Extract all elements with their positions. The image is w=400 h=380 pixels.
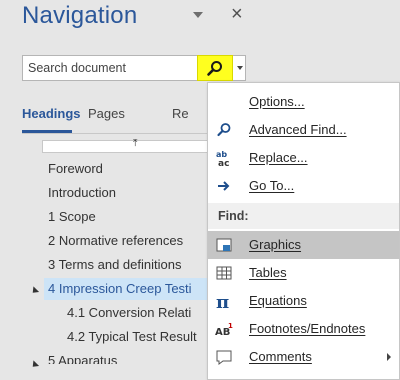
- menu-item-replace[interactable]: ab ac Replace...: [208, 144, 399, 172]
- tab-pages[interactable]: Pages: [88, 106, 125, 121]
- menu-item-options[interactable]: Options...: [208, 88, 399, 116]
- pane-title: Navigation: [22, 2, 138, 29]
- tab-headings[interactable]: Headings: [22, 106, 81, 121]
- footnote-icon: AB 1: [215, 322, 233, 338]
- pane-options-caret-icon[interactable]: [193, 12, 203, 18]
- svg-text:ab: ab: [216, 150, 227, 159]
- close-icon[interactable]: ×: [231, 2, 243, 26]
- search-icon: [207, 61, 222, 76]
- heading-item[interactable]: 2 Normative references: [48, 230, 183, 252]
- menu-item-go-to[interactable]: Go To...: [208, 172, 399, 200]
- search-icon: [217, 123, 231, 137]
- table-icon: [216, 266, 232, 280]
- heading-item[interactable]: 3 Terms and definitions: [48, 254, 181, 276]
- heading-item[interactable]: 1 Scope: [48, 206, 96, 228]
- svg-text:ac: ac: [218, 159, 229, 167]
- heading-item[interactable]: 5 Apparatus: [48, 350, 117, 364]
- replace-icon: ab ac: [216, 150, 229, 167]
- menu-item-footnotes-endnotes[interactable]: AB 1 Footnotes/Endnotes: [208, 315, 399, 343]
- tab-results[interactable]: Re: [172, 106, 189, 121]
- arrow-right-icon: [218, 181, 230, 191]
- heading-item[interactable]: Introduction: [48, 182, 116, 204]
- collapse-triangle-icon[interactable]: [29, 286, 40, 296]
- menu-item-equations[interactable]: π Equations: [208, 287, 399, 315]
- menu-item-graphics[interactable]: Graphics: [208, 231, 399, 259]
- heading-item[interactable]: Foreword: [48, 158, 103, 180]
- collapse-all-icon: ⤒: [133, 138, 138, 149]
- menu-item-comments[interactable]: Comments: [208, 343, 399, 371]
- menu-item-advanced-find[interactable]: Advanced Find...: [208, 116, 399, 144]
- comment-icon: [216, 350, 232, 365]
- collapse-triangle-icon[interactable]: [29, 360, 40, 370]
- svg-text:1: 1: [228, 322, 233, 330]
- search-input[interactable]: [23, 56, 193, 80]
- heading-item[interactable]: 4.2 Typical Test Result: [67, 326, 209, 348]
- pi-icon: π: [216, 292, 229, 310]
- search-box: [22, 55, 246, 81]
- find-section-header: Find:: [208, 203, 399, 229]
- submenu-arrow-icon: [387, 353, 391, 361]
- heading-item[interactable]: 4.1 Conversion Relati: [67, 302, 209, 324]
- heading-item-selected[interactable]: 4 Impression Creep Testi: [44, 278, 213, 300]
- svg-text:π: π: [216, 292, 229, 310]
- menu-item-tables[interactable]: Tables: [208, 259, 399, 287]
- search-options-menu: Options... Advanced Find... ab ac Replac…: [207, 82, 400, 380]
- graphics-icon: [216, 238, 232, 252]
- search-button[interactable]: [197, 55, 233, 81]
- search-options-dropdown[interactable]: [234, 56, 246, 80]
